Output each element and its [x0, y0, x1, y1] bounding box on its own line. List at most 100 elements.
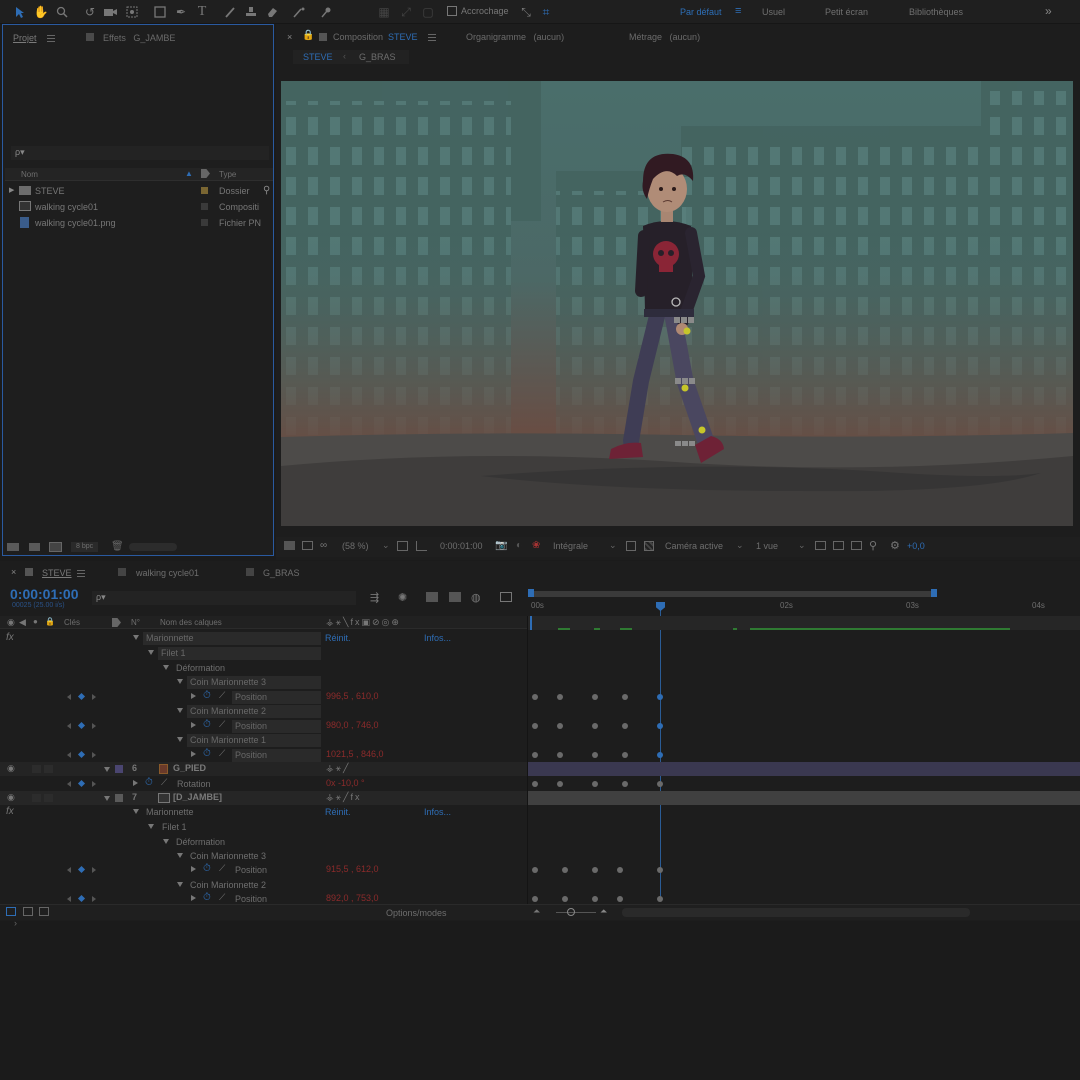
timeline-toggle-icon[interactable] — [851, 541, 862, 550]
workspace-menu-icon[interactable]: ≡ — [735, 5, 741, 17]
about-link[interactable]: Infos... — [424, 807, 451, 817]
position-property[interactable]: Position — [232, 749, 321, 762]
label-swatch[interactable] — [201, 187, 208, 194]
new-folder-icon[interactable] — [29, 543, 40, 551]
rotate-tool-icon[interactable]: ↺ — [82, 4, 98, 20]
position-property[interactable]: Position — [232, 691, 321, 704]
breadcrumb-steve[interactable]: STEVE — [303, 52, 333, 62]
puppet-pin-3[interactable]: Coin Marionnette 3 — [187, 676, 321, 689]
deform-label[interactable]: Déformation — [176, 837, 225, 847]
keyframe[interactable] — [532, 723, 538, 729]
layer-name[interactable]: G_PIED — [173, 763, 206, 773]
transparency-grid-icon[interactable] — [644, 541, 654, 551]
keyframe[interactable] — [592, 723, 598, 729]
next-keyframe-icon[interactable] — [92, 896, 96, 902]
add-keyframe-icon[interactable] — [77, 865, 86, 874]
puppet-pin-tool-icon[interactable] — [318, 4, 334, 20]
expand-arrow-icon[interactable] — [133, 780, 138, 786]
visibility-eye-icon[interactable]: ◉ — [7, 792, 15, 803]
text-tool-icon[interactable]: T — [194, 4, 210, 20]
flowchart-icon[interactable]: ⚲ — [263, 185, 270, 196]
workspace-standard[interactable]: Usuel — [762, 7, 785, 17]
keyframe[interactable] — [532, 694, 538, 700]
keyframe-selected[interactable] — [657, 723, 663, 729]
keyframe[interactable] — [622, 694, 628, 700]
keyframe-selected[interactable] — [657, 752, 663, 758]
position-value[interactable]: 1021,5 , 846,0 — [326, 749, 384, 759]
keyframe[interactable] — [657, 781, 663, 787]
keyframe[interactable] — [617, 867, 623, 873]
pan-behind-tool-icon[interactable] — [124, 4, 140, 20]
add-keyframe-icon[interactable] — [77, 750, 86, 759]
next-keyframe-icon[interactable] — [92, 781, 96, 787]
snapping-toggle[interactable]: Accrochage — [447, 6, 509, 16]
expand-arrow-icon[interactable] — [191, 866, 196, 872]
add-keyframe-icon[interactable] — [77, 894, 86, 903]
current-time[interactable]: 0:00:01:00 — [10, 586, 79, 602]
comp-panel-menu-icon[interactable] — [428, 34, 436, 41]
layer-switches[interactable]: ⚶⚹╱fx — [326, 792, 361, 803]
frame-blending-icon[interactable] — [449, 592, 461, 602]
render-time-toggle-icon[interactable] — [39, 907, 49, 916]
zoom-tool-icon[interactable] — [54, 4, 70, 20]
expand-arrow-icon[interactable] — [191, 722, 196, 728]
time-ruler[interactable]: 00s 02s 03s 04s — [528, 589, 1080, 617]
layer-name[interactable]: [D_JAMBE] — [173, 792, 222, 802]
snap-features-icon[interactable]: ⌗ — [538, 4, 554, 20]
expand-arrow-icon[interactable] — [191, 895, 196, 901]
collapse-arrow-icon[interactable] — [177, 737, 183, 742]
expand-arrow-icon[interactable] — [191, 751, 196, 757]
effects-tab-close-icon[interactable] — [86, 33, 94, 41]
label-color-swatch[interactable] — [115, 794, 123, 802]
pen-tool-icon[interactable]: ✒ — [173, 4, 189, 20]
next-keyframe-icon[interactable] — [92, 694, 96, 700]
panel-menu-icon[interactable] — [47, 35, 55, 42]
puppet-pin-1[interactable]: Coin Marionnette 1 — [187, 734, 321, 747]
timeline-tab-walking-cycle[interactable]: walking cycle01 — [136, 568, 199, 578]
prev-keyframe-icon[interactable] — [67, 723, 71, 729]
work-area-bar[interactable] — [530, 591, 934, 597]
keyframe[interactable] — [557, 694, 563, 700]
zoom-in-icon[interactable]: ⏶ — [600, 906, 607, 917]
layer-switches-toggle-icon[interactable] — [6, 907, 16, 916]
keyframe-area[interactable] — [528, 690, 1080, 905]
graph-icon[interactable]: ⟋ — [219, 690, 225, 701]
clone-stamp-tool-icon[interactable] — [243, 4, 259, 20]
label-swatch[interactable] — [201, 203, 208, 210]
color-depth-button[interactable]: 8 bpc — [71, 542, 99, 552]
collapse-arrow-icon[interactable] — [104, 767, 110, 772]
keyframe[interactable] — [557, 752, 563, 758]
prev-keyframe-icon[interactable] — [67, 752, 71, 758]
tab-effects[interactable]: Effets G_JAMBE — [103, 33, 175, 43]
project-item-walking-cycle-png[interactable]: walking cycle01.png Fichier PN — [7, 216, 273, 232]
brush-tool-icon[interactable] — [222, 4, 238, 20]
stopwatch-icon[interactable]: ⏱ — [203, 863, 211, 874]
label-color-swatch[interactable] — [115, 765, 123, 773]
keyframe[interactable] — [622, 723, 628, 729]
prev-keyframe-icon[interactable] — [67, 867, 71, 873]
breadcrumb-g-bras[interactable]: G_BRAS — [359, 52, 396, 62]
selection-tool-icon[interactable] — [12, 4, 28, 20]
tab-footage[interactable]: Métrage (aucun) — [629, 32, 700, 42]
keyframe[interactable] — [657, 896, 663, 902]
new-composition-icon[interactable] — [49, 542, 62, 552]
workspace-small-screen[interactable]: Petit écran — [825, 7, 868, 17]
keyframe[interactable] — [562, 867, 568, 873]
axis-local-icon[interactable]: ▦ — [376, 4, 392, 20]
keyframe[interactable] — [532, 867, 538, 873]
position-value[interactable]: 915,5 , 612,0 — [326, 864, 379, 874]
label-column-icon[interactable] — [201, 169, 210, 178]
effect-puppet[interactable]: Marionnette — [143, 632, 321, 645]
options-modes-toggle[interactable]: Options/modes — [386, 908, 447, 918]
workspace-default[interactable]: Par défaut — [680, 7, 722, 17]
close-tab-icon[interactable]: × — [287, 32, 292, 42]
about-link[interactable]: Infos... — [424, 633, 451, 643]
work-area-end-handle[interactable] — [931, 589, 937, 597]
keyframe[interactable] — [622, 781, 628, 787]
color-channel-icon[interactable]: ❀ — [532, 540, 540, 551]
zoom-out-icon[interactable]: ⏶ — [533, 906, 540, 917]
keyframe[interactable] — [617, 896, 623, 902]
label-swatch[interactable] — [201, 219, 208, 226]
audio-icon[interactable]: ◀ — [19, 617, 26, 628]
graph-icon[interactable]: ⟋ — [219, 748, 225, 759]
